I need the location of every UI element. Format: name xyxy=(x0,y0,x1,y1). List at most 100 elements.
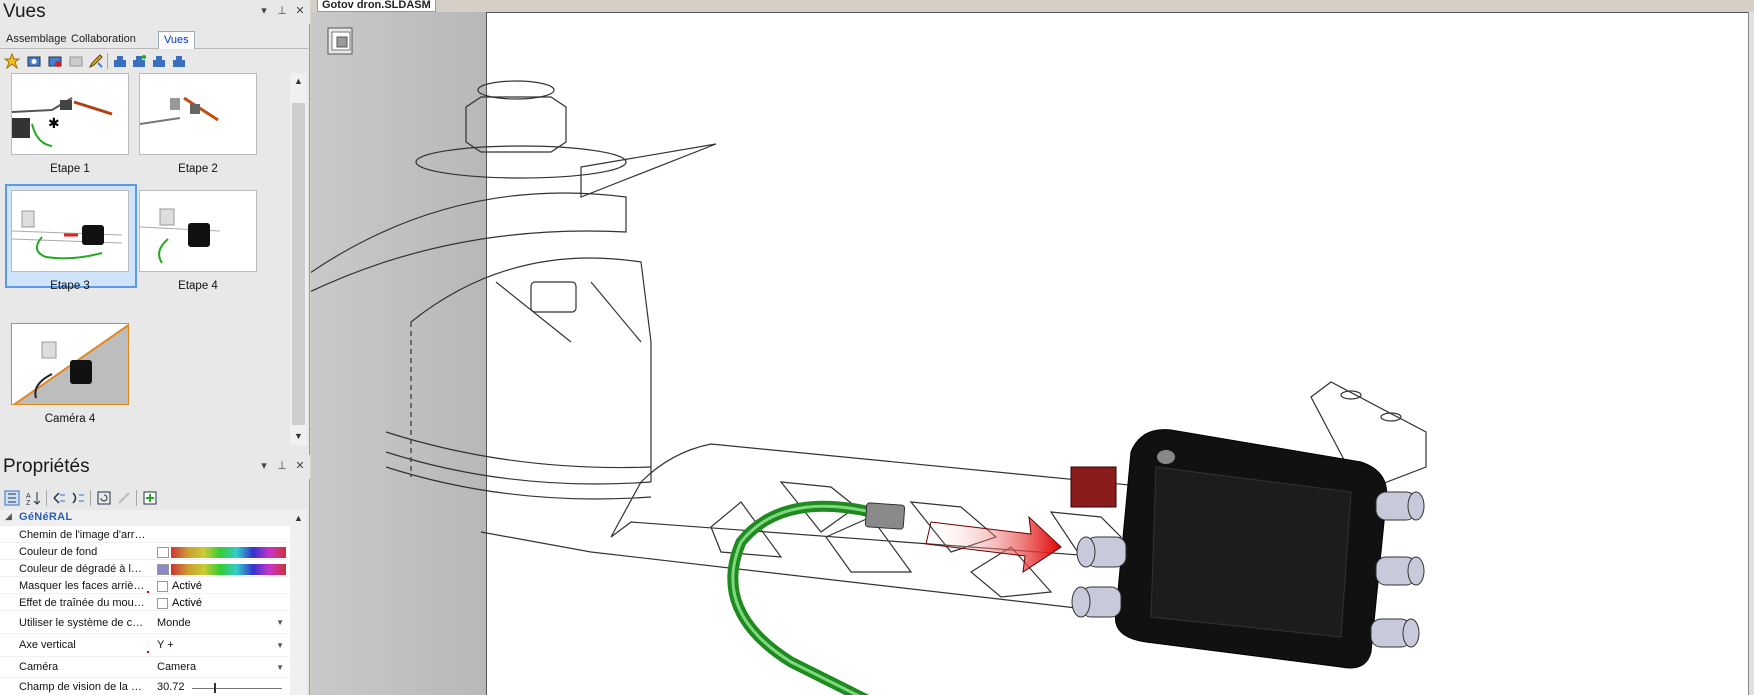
checkbox-label: Activé xyxy=(172,597,202,609)
view-thumb-etape-4[interactable]: Etape 4 xyxy=(128,190,257,292)
graphics-viewport[interactable] xyxy=(311,12,1754,695)
prop-value: 30.72 xyxy=(157,681,185,693)
group-general[interactable]: ◢ GéNéRAL xyxy=(0,510,290,526)
view-thumb-etape-3[interactable]: Etape 3 xyxy=(0,184,137,292)
fov-slider-track[interactable] xyxy=(192,688,282,689)
color-picker-bar[interactable] xyxy=(171,564,286,575)
svg-text:A: A xyxy=(26,493,31,500)
props-pane-title: Propriétés xyxy=(3,456,90,477)
pane-menu-icon[interactable]: ▾ xyxy=(258,459,270,472)
prop-value: Y + xyxy=(157,639,174,651)
prop-name: Couleur de dégradé à la ... xyxy=(19,563,147,575)
pin-icon[interactable]: ⊥ xyxy=(276,4,288,17)
close-icon[interactable]: ✕ xyxy=(294,459,306,472)
toolbar-separator xyxy=(107,53,108,69)
color-swatch[interactable] xyxy=(157,547,169,558)
add-property-icon[interactable] xyxy=(142,490,158,506)
pane-menu-icon[interactable]: ▾ xyxy=(258,4,270,17)
pick-icon xyxy=(118,492,130,504)
record-view-icon[interactable] xyxy=(47,53,63,69)
collapse-icon[interactable] xyxy=(51,490,67,506)
collapse-triangle-icon[interactable]: ◢ xyxy=(5,511,12,522)
changed-indicator xyxy=(147,651,149,653)
prop-row-background-color[interactable]: Couleur de fond xyxy=(0,544,290,560)
tab-vues[interactable]: Vues xyxy=(158,31,195,49)
fov-slider-thumb[interactable] xyxy=(214,683,216,693)
vues-tabs: Assemblage Collaboration Vues xyxy=(0,30,310,49)
dropdown-arrow-icon[interactable]: ▼ xyxy=(276,618,284,627)
new-view-icon[interactable] xyxy=(4,53,20,69)
expand-icon[interactable] xyxy=(70,490,86,506)
view-thumb-etape-2[interactable]: Etape 2 xyxy=(128,73,257,175)
prop-row-coordinate-system[interactable]: Utiliser le système de coo... Monde ▼ xyxy=(0,612,290,634)
prop-name: Masquer les faces arrières xyxy=(19,580,147,592)
views-scrollbar[interactable]: ▲ ▼ xyxy=(290,73,307,445)
scroll-up-icon[interactable]: ▲ xyxy=(290,73,307,90)
camera-add-icon[interactable] xyxy=(131,53,147,69)
view-preview-image xyxy=(11,190,129,272)
tab-assemblage[interactable]: Assemblage xyxy=(1,31,72,49)
motion-arrow xyxy=(925,515,1062,574)
checkbox[interactable] xyxy=(157,581,168,592)
prop-row-field-of-view[interactable]: Champ de vision de la ca... 30.72 xyxy=(0,679,290,695)
prop-name: Champ de vision de la ca... xyxy=(19,681,147,693)
vues-toolbar xyxy=(0,50,310,72)
viewport-edge xyxy=(1748,12,1754,695)
categorized-icon[interactable] xyxy=(4,490,20,506)
color-swatch[interactable] xyxy=(157,564,169,575)
view-thumb-label: Etape 1 xyxy=(50,163,90,175)
view-thumb-label: Caméra 4 xyxy=(44,413,96,425)
vues-pane-header: Vues ▾ ⊥ ✕ xyxy=(0,0,310,24)
prop-row-background-image-path[interactable]: Chemin de l'image d'arriè... xyxy=(0,527,290,543)
edit-view-icon[interactable] xyxy=(88,53,104,69)
tab-collaboration[interactable]: Collaboration xyxy=(66,31,141,49)
prop-name: Utiliser le système de coo... xyxy=(19,617,147,629)
prop-row-gradient-color[interactable]: Couleur de dégradé à la ... xyxy=(0,561,290,577)
prop-name: Chemin de l'image d'arriè... xyxy=(19,529,147,541)
prop-name: Axe vertical xyxy=(19,639,76,651)
left-dock: Vues ▾ ⊥ ✕ Assemblage Collaboration Vues xyxy=(0,0,310,695)
group-label: GéNéRAL xyxy=(19,511,73,523)
camera-icon[interactable] xyxy=(112,53,128,69)
prop-row-camera[interactable]: Caméra Camera ▼ xyxy=(0,658,290,678)
prop-row-vertical-axis[interactable]: Axe vertical Y + ▼ xyxy=(0,635,290,657)
checkbox-label: Activé xyxy=(172,580,202,592)
propeller-disc xyxy=(311,192,627,293)
dropdown-arrow-icon[interactable]: ▼ xyxy=(276,641,284,650)
props-scrollbar[interactable]: ▲ xyxy=(290,510,307,695)
props-toolbar: AZ xyxy=(0,487,310,509)
scrollbar-thumb[interactable] xyxy=(292,103,305,425)
color-picker-bar[interactable] xyxy=(171,547,286,558)
close-icon[interactable]: ✕ xyxy=(294,4,306,17)
dropdown-arrow-icon[interactable]: ▼ xyxy=(276,663,284,672)
prop-row-hide-back-faces[interactable]: Masquer les faces arrières Activé xyxy=(0,578,290,594)
toolbar-separator xyxy=(136,490,137,506)
camera-update-icon[interactable] xyxy=(171,53,187,69)
prop-row-motion-trail[interactable]: Effet de traînée du mouv... Activé xyxy=(0,595,290,611)
vues-pane-title: Vues xyxy=(3,1,46,22)
scroll-down-icon[interactable]: ▼ xyxy=(290,428,307,445)
scroll-up-icon[interactable]: ▲ xyxy=(290,510,307,527)
view-preview-image: ✱ xyxy=(11,73,129,155)
properties-grid: ◢ GéNéRAL Chemin de l'image d'arriè... C… xyxy=(0,510,290,695)
capture-view-icon[interactable] xyxy=(26,53,42,69)
view-thumb-label: Etape 2 xyxy=(178,163,218,175)
toolbar-separator xyxy=(90,490,91,506)
view-thumb-camera-4[interactable]: Caméra 4 xyxy=(0,323,129,425)
pin-icon[interactable]: ⊥ xyxy=(276,459,288,472)
prop-value: Camera xyxy=(157,661,197,673)
svg-text:Z: Z xyxy=(26,500,31,506)
view-preview-image xyxy=(11,323,129,405)
refresh-icon[interactable] xyxy=(96,490,112,506)
checkbox[interactable] xyxy=(157,598,168,609)
prop-value: Monde xyxy=(157,617,191,629)
document-tab[interactable]: Gotov dron.SLDASM xyxy=(317,0,436,12)
view-preview-image xyxy=(139,73,257,155)
view-thumb-etape-1[interactable]: ✱ Etape 1 xyxy=(0,73,129,175)
toolbar-separator xyxy=(46,490,47,506)
svg-text:✱: ✱ xyxy=(48,115,60,131)
camera-remove-icon[interactable] xyxy=(151,53,167,69)
sort-alpha-icon[interactable]: AZ xyxy=(25,490,41,506)
view-preview-image xyxy=(139,190,257,272)
prop-name: Caméra xyxy=(19,661,59,673)
